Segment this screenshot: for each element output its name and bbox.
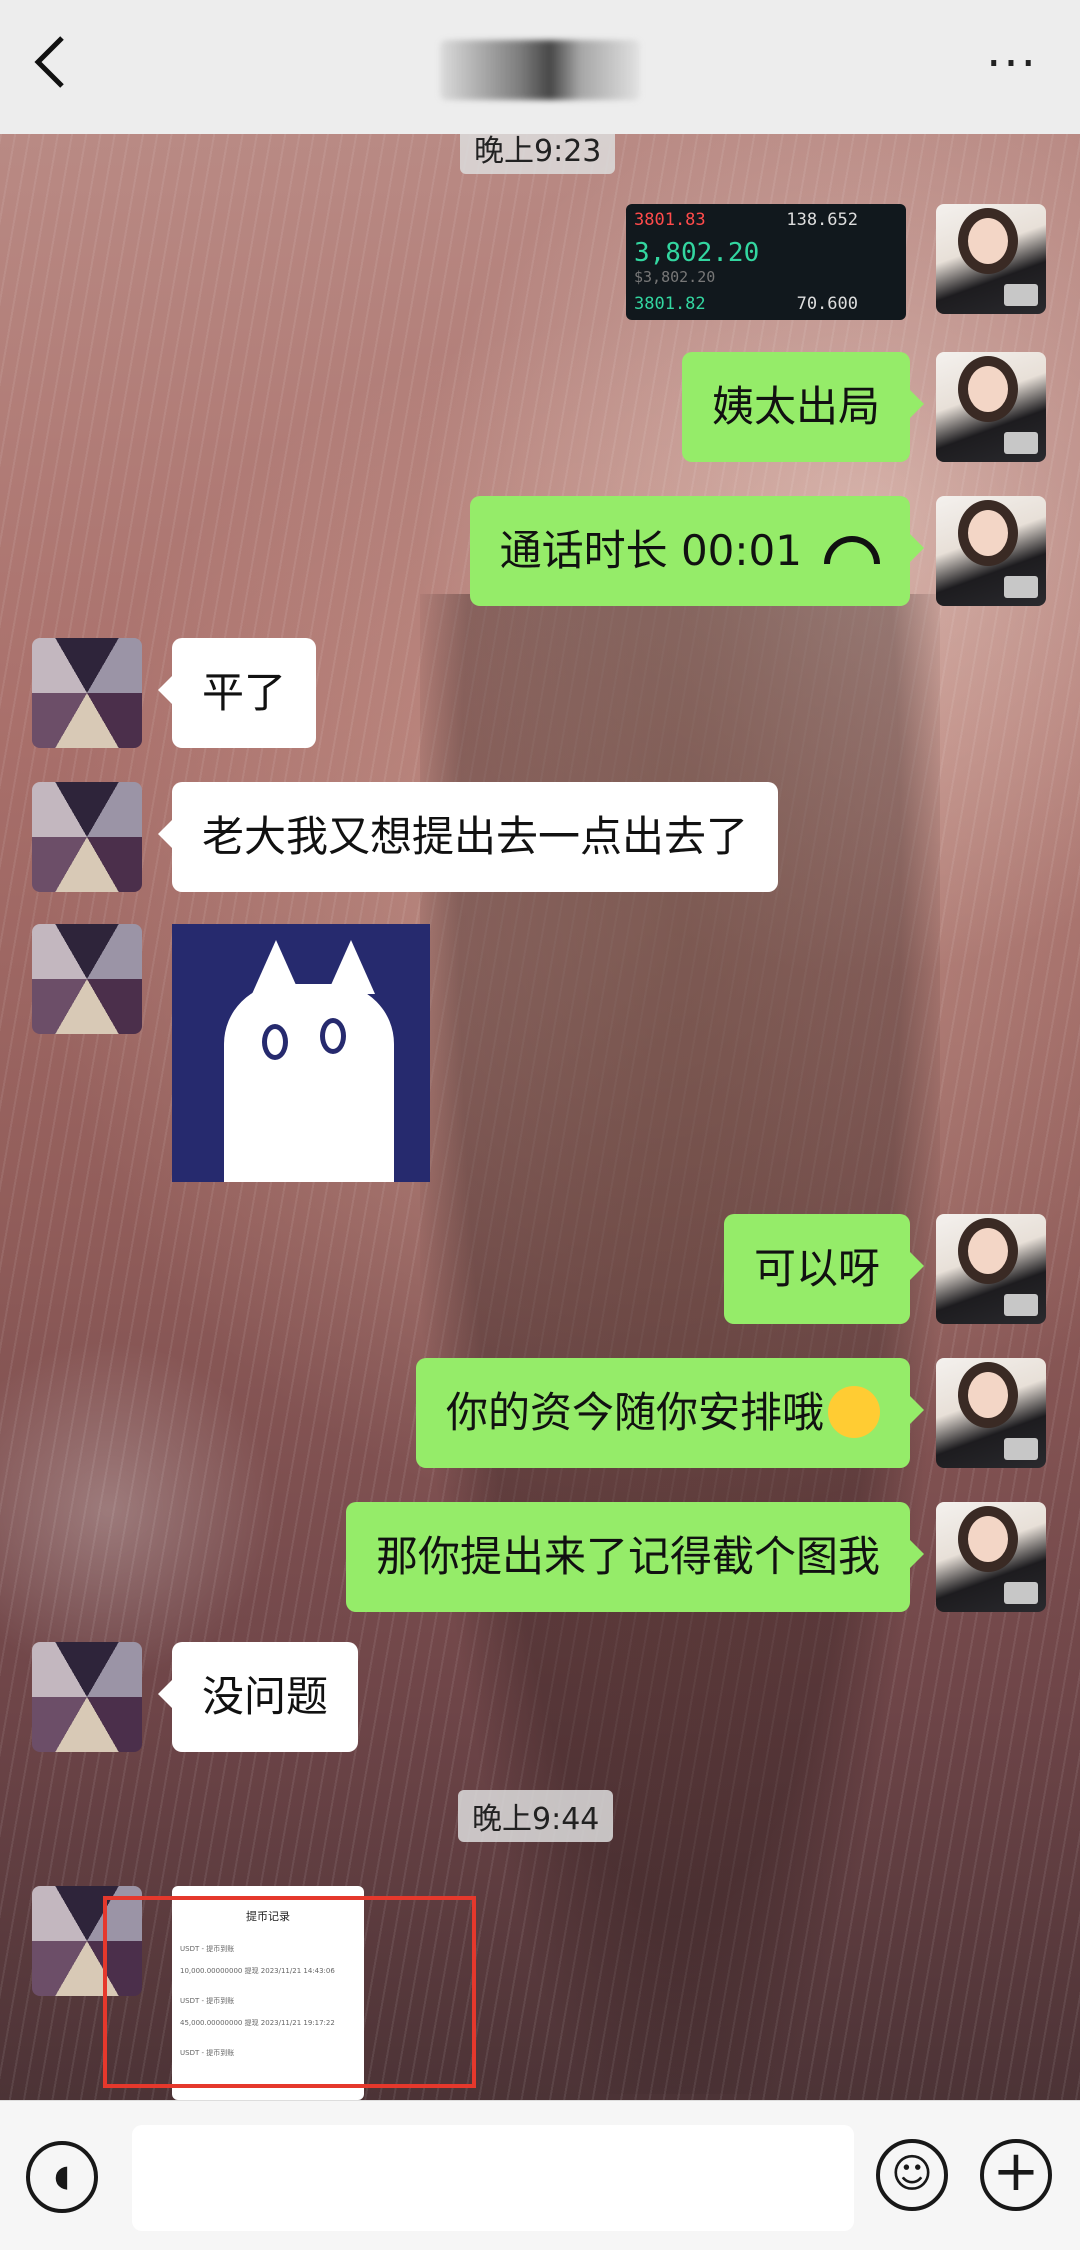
my-avatar[interactable]: [936, 1214, 1046, 1324]
cat-sticker-message[interactable]: [172, 924, 430, 1182]
input-bar: ◖ ☺ +: [0, 2100, 1080, 2250]
contact-message[interactable]: 老大我又想提出去一点出去了: [157, 782, 779, 892]
back-button[interactable]: [30, 32, 90, 102]
highlight-box: [103, 1896, 476, 2088]
emoji-icon[interactable]: ☺: [876, 2139, 948, 2211]
contact-avatar[interactable]: [32, 782, 142, 892]
my-message[interactable]: 你的资今随你安排哦: [415, 1358, 925, 1468]
chat-screen: ··· 晚上9:23 3801.83 138.652 3,802.20 $3,8…: [0, 0, 1080, 2250]
my-message[interactable]: 姨太出局: [681, 352, 925, 462]
my-message[interactable]: 那你提出来了记得截个图我: [345, 1502, 925, 1612]
message-input[interactable]: [132, 2125, 854, 2231]
my-message[interactable]: 可以呀: [723, 1214, 925, 1324]
my-avatar[interactable]: [936, 1358, 1046, 1468]
top-bar: ···: [0, 0, 1080, 134]
timestamp: 晚上9:23: [460, 134, 616, 174]
plus-icon[interactable]: +: [980, 2139, 1052, 2211]
my-avatar[interactable]: [936, 496, 1046, 606]
voice-icon[interactable]: ◖: [26, 2141, 98, 2213]
chat-title: [440, 40, 640, 100]
contact-avatar[interactable]: [32, 924, 142, 1034]
blurred-name: [440, 40, 640, 100]
more-dots-icon[interactable]: ···: [982, 40, 1042, 88]
contact-avatar[interactable]: [32, 638, 142, 748]
message-list[interactable]: 晚上9:23 3801.83 138.652 3,802.20 $3,802.2…: [0, 134, 1080, 2100]
contact-avatar[interactable]: [32, 1642, 142, 1752]
smile-emoji-icon: [828, 1385, 880, 1438]
call-record-message[interactable]: 通话时长 00:01: [469, 496, 925, 606]
cat-sticker-icon: [224, 984, 394, 1182]
chevron-left-icon: [34, 36, 64, 88]
my-avatar[interactable]: [936, 1502, 1046, 1612]
timestamp: 晚上9:44: [458, 1790, 614, 1842]
my-avatar[interactable]: [936, 204, 1046, 314]
phone-hangup-icon: [824, 535, 880, 564]
price-screenshot-message[interactable]: 3801.83 138.652 3,802.20 $3,802.20 3801.…: [626, 204, 906, 320]
contact-message[interactable]: 平了: [157, 638, 317, 748]
contact-message[interactable]: 没问题: [157, 1642, 359, 1752]
my-avatar[interactable]: [936, 352, 1046, 462]
